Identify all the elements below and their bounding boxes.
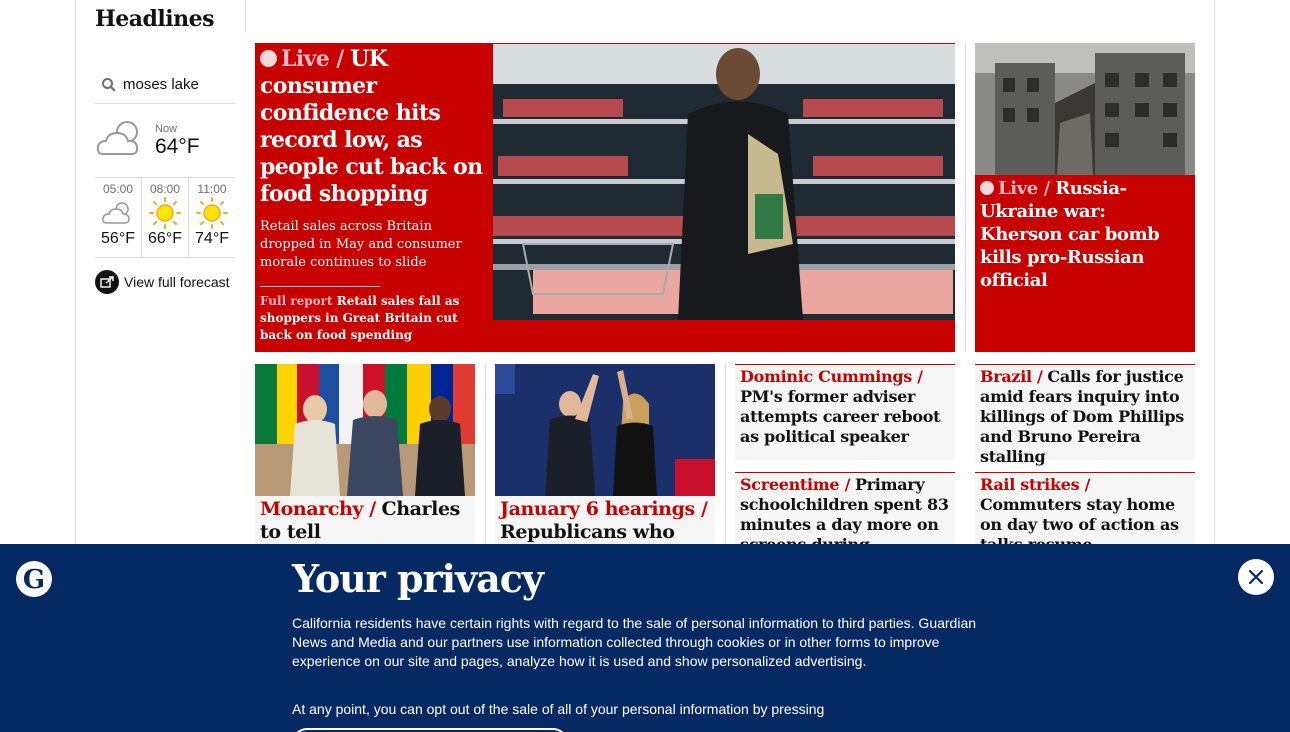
supermarket-photo[interactable] [493,44,955,320]
live-pulse-icon [980,181,994,195]
weather-widget: moses lake Now 64°F 05:00 56°F 08:00 66°… [95,66,235,294]
live-kicker: Live [281,46,330,72]
cummings-story[interactable]: Dominic Cummings / PM's former adviser a… [735,364,955,460]
rail-strikes-story[interactable]: Rail strikes / Commuters stay home on da… [975,472,1195,555]
rail-strikes-headline[interactable]: Rail strikes / Commuters stay home on da… [980,475,1190,555]
svg-text:G: G [23,565,45,595]
hour-forecast: 08:00 66°F [141,178,188,257]
kicker: Brazil [980,367,1032,386]
external-link-icon [95,270,119,294]
live-kicker: Live [998,178,1038,199]
privacy-body: California residents have certain rights… [292,615,977,669]
kicker: January 6 hearings [500,498,695,520]
divider [245,0,246,32]
hourly-forecast: 05:00 56°F 08:00 66°F 11:00 74°F [95,178,235,258]
main-live-story[interactable]: Live / UK consumer confidence hits recor… [255,43,955,352]
kicker: Rail strikes [980,475,1080,494]
headline-text: PM's former adviser attempts career rebo… [740,387,941,446]
damaged-building-photo[interactable] [975,43,1195,175]
main-story-text: Live / UK consumer confidence hits recor… [260,46,488,344]
guardian-logo-icon: G [16,561,52,597]
location-input[interactable]: moses lake [123,76,199,93]
screentime-story[interactable]: Screentime / Primary schoolchildren spen… [735,472,955,574]
kicker: Screentime [740,475,840,494]
view-forecast-link[interactable]: View full forecast [95,270,235,294]
divider [725,364,726,544]
headline-text: Republicans who [500,521,675,543]
location-search[interactable]: moses lake [95,66,235,104]
cloud-icon [95,196,141,230]
monarchy-story[interactable]: Monarchy / Charles to tell Commonwealth [255,364,475,569]
section-title: Headlines [95,6,215,32]
hour-time: 08:00 [149,182,181,196]
now-label: Now [155,122,178,135]
sun-icon [142,196,188,230]
close-icon [1248,569,1264,585]
current-weather: Now 64°F [95,104,235,178]
brazil-headline[interactable]: Brazil / Calls for justice amid fears in… [980,367,1190,467]
cummings-headline[interactable]: Dominic Cummings / PM's former adviser a… [740,367,950,447]
divider [965,43,966,352]
charles-camilla-photo[interactable] [255,364,475,496]
hour-forecast: 05:00 56°F [95,178,141,257]
divider [260,286,380,287]
january-6-story[interactable]: January 6 hearings / Republicans who [495,364,715,546]
january-6-headline[interactable]: January 6 hearings / Republicans who [495,496,715,546]
divider [485,364,486,544]
main-standfirst: Retail sales across Britain dropped in M… [260,219,462,270]
hour-forecast: 11:00 74°F [188,178,235,257]
partly-cloudy-icon [95,116,155,165]
hour-temperature: 74°F [195,230,229,247]
privacy-opt-out-text: At any point, you can opt out of the sal… [292,701,825,717]
sun-icon [189,196,235,230]
russia-ukraine-headline[interactable]: Live / Russia-Ukraine war: Kherson car b… [975,175,1195,294]
sublink-full-report[interactable]: Full report Retail sales fall as shopper… [260,293,488,344]
search-icon [95,77,123,93]
kicker: Monarchy [260,498,364,520]
privacy-banner: G Your privacy California residents have… [0,544,1290,732]
opt-out-button[interactable] [292,728,568,732]
hour-time: 05:00 [102,182,134,196]
hour-temperature: 56°F [101,230,135,247]
hour-temperature: 66°F [148,230,182,247]
privacy-title: Your privacy [292,556,544,601]
kicker: Dominic Cummings [740,367,912,386]
russia-ukraine-live-story[interactable]: Live / Russia-Ukraine war: Kherson car b… [975,43,1195,352]
now-temperature: 64°F [155,134,200,158]
brazil-story[interactable]: Brazil / Calls for justice amid fears in… [975,364,1195,466]
rally-photo[interactable] [495,364,715,496]
main-headline[interactable]: Live / UK consumer confidence hits recor… [260,46,488,208]
sublink-kicker: Full report [260,294,333,308]
live-pulse-icon [260,50,277,67]
close-button[interactable] [1238,559,1274,595]
hour-time: 11:00 [197,182,227,196]
forecast-link-label: View full forecast [124,274,230,290]
